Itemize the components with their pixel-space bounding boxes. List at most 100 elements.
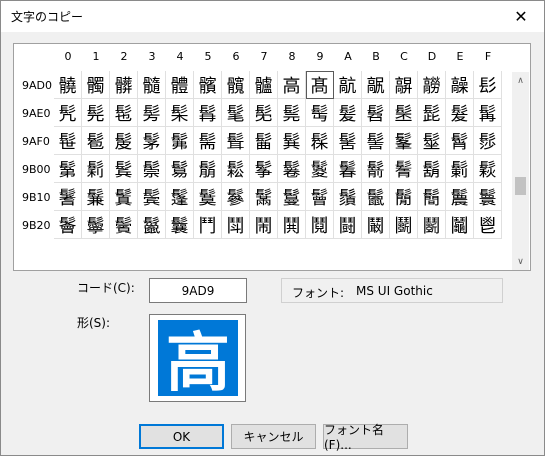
character-cell[interactable]: 髒 <box>110 71 138 99</box>
character-cell[interactable]: 鬕 <box>194 183 222 211</box>
font-name-button[interactable]: フォント名(F)... <box>323 423 408 452</box>
character-cell[interactable]: 髝 <box>418 71 446 99</box>
character-cell[interactable]: 髕 <box>194 71 222 99</box>
character-cell[interactable]: 髶 <box>222 127 250 155</box>
scroll-down-icon[interactable]: ∨ <box>512 253 529 270</box>
character-cell[interactable]: 髸 <box>278 127 306 155</box>
character-cell[interactable]: 鬂 <box>110 155 138 183</box>
character-cell[interactable]: 髓 <box>138 71 166 99</box>
character-cell[interactable]: 髡 <box>82 99 110 127</box>
character-cell[interactable]: 髢 <box>110 99 138 127</box>
character-cell[interactable]: 鬧 <box>250 211 278 239</box>
character-cell[interactable]: 鬝 <box>418 183 446 211</box>
character-cell[interactable]: 髯 <box>474 99 502 127</box>
character-cell[interactable]: 鬒 <box>110 183 138 211</box>
character-cell[interactable]: 鬓 <box>138 183 166 211</box>
character-cell[interactable]: 髐 <box>54 71 82 99</box>
character-cell[interactable]: 鬄 <box>166 155 194 183</box>
character-cell[interactable]: 髻 <box>362 127 390 155</box>
character-cell[interactable]: 體 <box>166 71 194 99</box>
character-cell[interactable]: 鬣 <box>138 211 166 239</box>
character-cell[interactable]: 鬎 <box>446 155 474 183</box>
character-cell[interactable]: 鬁 <box>82 155 110 183</box>
character-cell[interactable]: 鬦 <box>222 211 250 239</box>
close-button[interactable]: ✕ <box>498 1 544 32</box>
character-cell[interactable]: 髼 <box>390 127 418 155</box>
character-cell[interactable]: 髹 <box>306 127 334 155</box>
character-cell[interactable]: 髙 <box>306 71 334 99</box>
character-cell[interactable]: 鬑 <box>82 183 110 211</box>
character-cell[interactable]: 髴 <box>166 127 194 155</box>
character-cell[interactable]: 鬉 <box>306 155 334 183</box>
character-cell[interactable]: 髩 <box>306 99 334 127</box>
character-cell[interactable]: 髥 <box>194 99 222 127</box>
character-cell[interactable]: 髜 <box>390 71 418 99</box>
character-cell[interactable]: 鬮 <box>446 211 474 239</box>
character-cell[interactable]: 髧 <box>250 99 278 127</box>
character-cell[interactable]: 髑 <box>82 71 110 99</box>
character-cell[interactable]: 髱 <box>82 127 110 155</box>
character-cell[interactable]: 鬆 <box>222 155 250 183</box>
cancel-button[interactable]: キャンセル <box>231 424 316 449</box>
character-cell[interactable]: 鬪 <box>334 211 362 239</box>
character-cell[interactable]: 鬠 <box>54 211 82 239</box>
code-field[interactable]: 9AD9 <box>149 278 247 303</box>
character-cell[interactable]: 髺 <box>334 127 362 155</box>
character-cell[interactable]: 髛 <box>362 71 390 99</box>
character-cell[interactable]: 鬈 <box>278 155 306 183</box>
character-cell[interactable]: 鬀 <box>54 155 82 183</box>
character-cell[interactable]: 鬬 <box>390 211 418 239</box>
character-cell[interactable]: 髞 <box>446 71 474 99</box>
character-cell[interactable]: 髳 <box>138 127 166 155</box>
character-cell[interactable]: 鬫 <box>362 211 390 239</box>
character-cell[interactable]: 鬢 <box>110 211 138 239</box>
character-cell[interactable]: 髵 <box>194 127 222 155</box>
character-cell[interactable]: 鬡 <box>82 211 110 239</box>
character-cell[interactable]: 鬜 <box>390 183 418 211</box>
character-cell[interactable]: 鬍 <box>418 155 446 183</box>
character-cell[interactable]: 髦 <box>222 99 250 127</box>
character-cell[interactable]: 鬩 <box>306 211 334 239</box>
character-cell[interactable]: 鬛 <box>362 183 390 211</box>
vertical-scrollbar[interactable]: ∧ ∨ <box>512 72 529 270</box>
character-cell[interactable]: 鬃 <box>138 155 166 183</box>
character-cell[interactable]: 鬤 <box>166 211 194 239</box>
scroll-up-icon[interactable]: ∧ <box>512 72 529 89</box>
character-cell[interactable]: 髲 <box>110 127 138 155</box>
character-cell[interactable]: 髭 <box>418 99 446 127</box>
character-cell[interactable]: 髽 <box>418 127 446 155</box>
ok-button[interactable]: OK <box>139 424 224 449</box>
character-cell[interactable]: 鬌 <box>390 155 418 183</box>
character-cell[interactable]: 鬖 <box>222 183 250 211</box>
character-cell[interactable]: 髖 <box>222 71 250 99</box>
character-cell[interactable]: 髚 <box>334 71 362 99</box>
character-cell[interactable]: 髰 <box>54 127 82 155</box>
character-cell[interactable]: 鬗 <box>250 183 278 211</box>
character-cell[interactable]: 髮 <box>446 99 474 127</box>
character-cell[interactable]: 髪 <box>334 99 362 127</box>
character-cell[interactable]: 髬 <box>390 99 418 127</box>
character-cell[interactable]: 鬏 <box>474 155 502 183</box>
character-cell[interactable]: 髣 <box>138 99 166 127</box>
character-cell[interactable]: 鬟 <box>474 183 502 211</box>
character-cell[interactable]: 鬅 <box>194 155 222 183</box>
character-cell[interactable]: 鬭 <box>418 211 446 239</box>
character-cell[interactable]: 髷 <box>250 127 278 155</box>
character-cell[interactable]: 鬘 <box>278 183 306 211</box>
character-cell[interactable]: 髿 <box>474 127 502 155</box>
character-cell[interactable]: 髾 <box>446 127 474 155</box>
scroll-thumb[interactable] <box>515 177 526 195</box>
character-cell[interactable]: 鬞 <box>446 183 474 211</box>
character-cell[interactable]: 鬥 <box>194 211 222 239</box>
character-cell[interactable]: 髠 <box>54 99 82 127</box>
character-cell[interactable]: 髨 <box>278 99 306 127</box>
character-cell[interactable]: 鬯 <box>474 211 502 239</box>
character-cell[interactable]: 髤 <box>166 99 194 127</box>
character-cell[interactable]: 鬨 <box>278 211 306 239</box>
character-cell[interactable]: 鬐 <box>54 183 82 211</box>
character-cell[interactable]: 鬚 <box>334 183 362 211</box>
character-cell[interactable]: 髗 <box>250 71 278 99</box>
character-cell[interactable]: 高 <box>278 71 306 99</box>
character-cell[interactable]: 鬙 <box>306 183 334 211</box>
character-cell[interactable]: 鬋 <box>362 155 390 183</box>
